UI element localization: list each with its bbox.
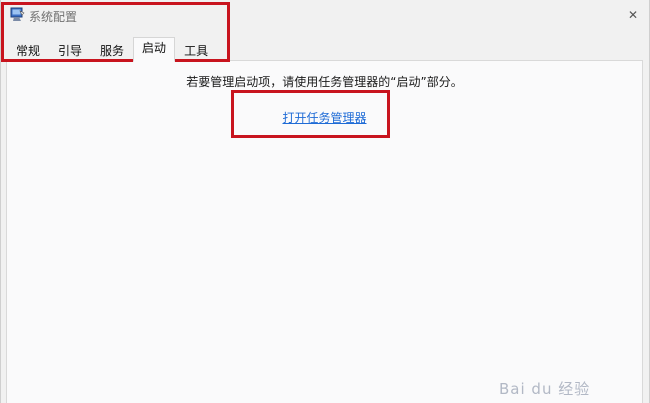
title-bar: 系统配置 ✕ bbox=[1, 0, 649, 32]
startup-panel: 若要管理启动项，请使用任务管理器的“启动”部分。 打开任务管理器 bbox=[6, 60, 643, 403]
startup-instruction-text: 若要管理启动项，请使用任务管理器的“启动”部分。 bbox=[186, 75, 463, 89]
tab-strip: 常规 引导 服务 启动 工具 bbox=[7, 37, 218, 63]
system-config-window: 系统配置 ✕ 常规 引导 服务 启动 工具 若要管理启动项，请使用任务管理器的“… bbox=[0, 0, 650, 403]
tab-startup[interactable]: 启动 bbox=[133, 37, 176, 62]
window-title: 系统配置 bbox=[29, 10, 78, 24]
watermark: Bai du 经验 bbox=[499, 380, 591, 398]
msconfig-icon bbox=[10, 7, 25, 22]
close-button[interactable]: ✕ bbox=[621, 4, 645, 26]
open-task-manager-link[interactable]: 打开任务管理器 bbox=[7, 109, 642, 126]
close-icon: ✕ bbox=[627, 8, 639, 22]
